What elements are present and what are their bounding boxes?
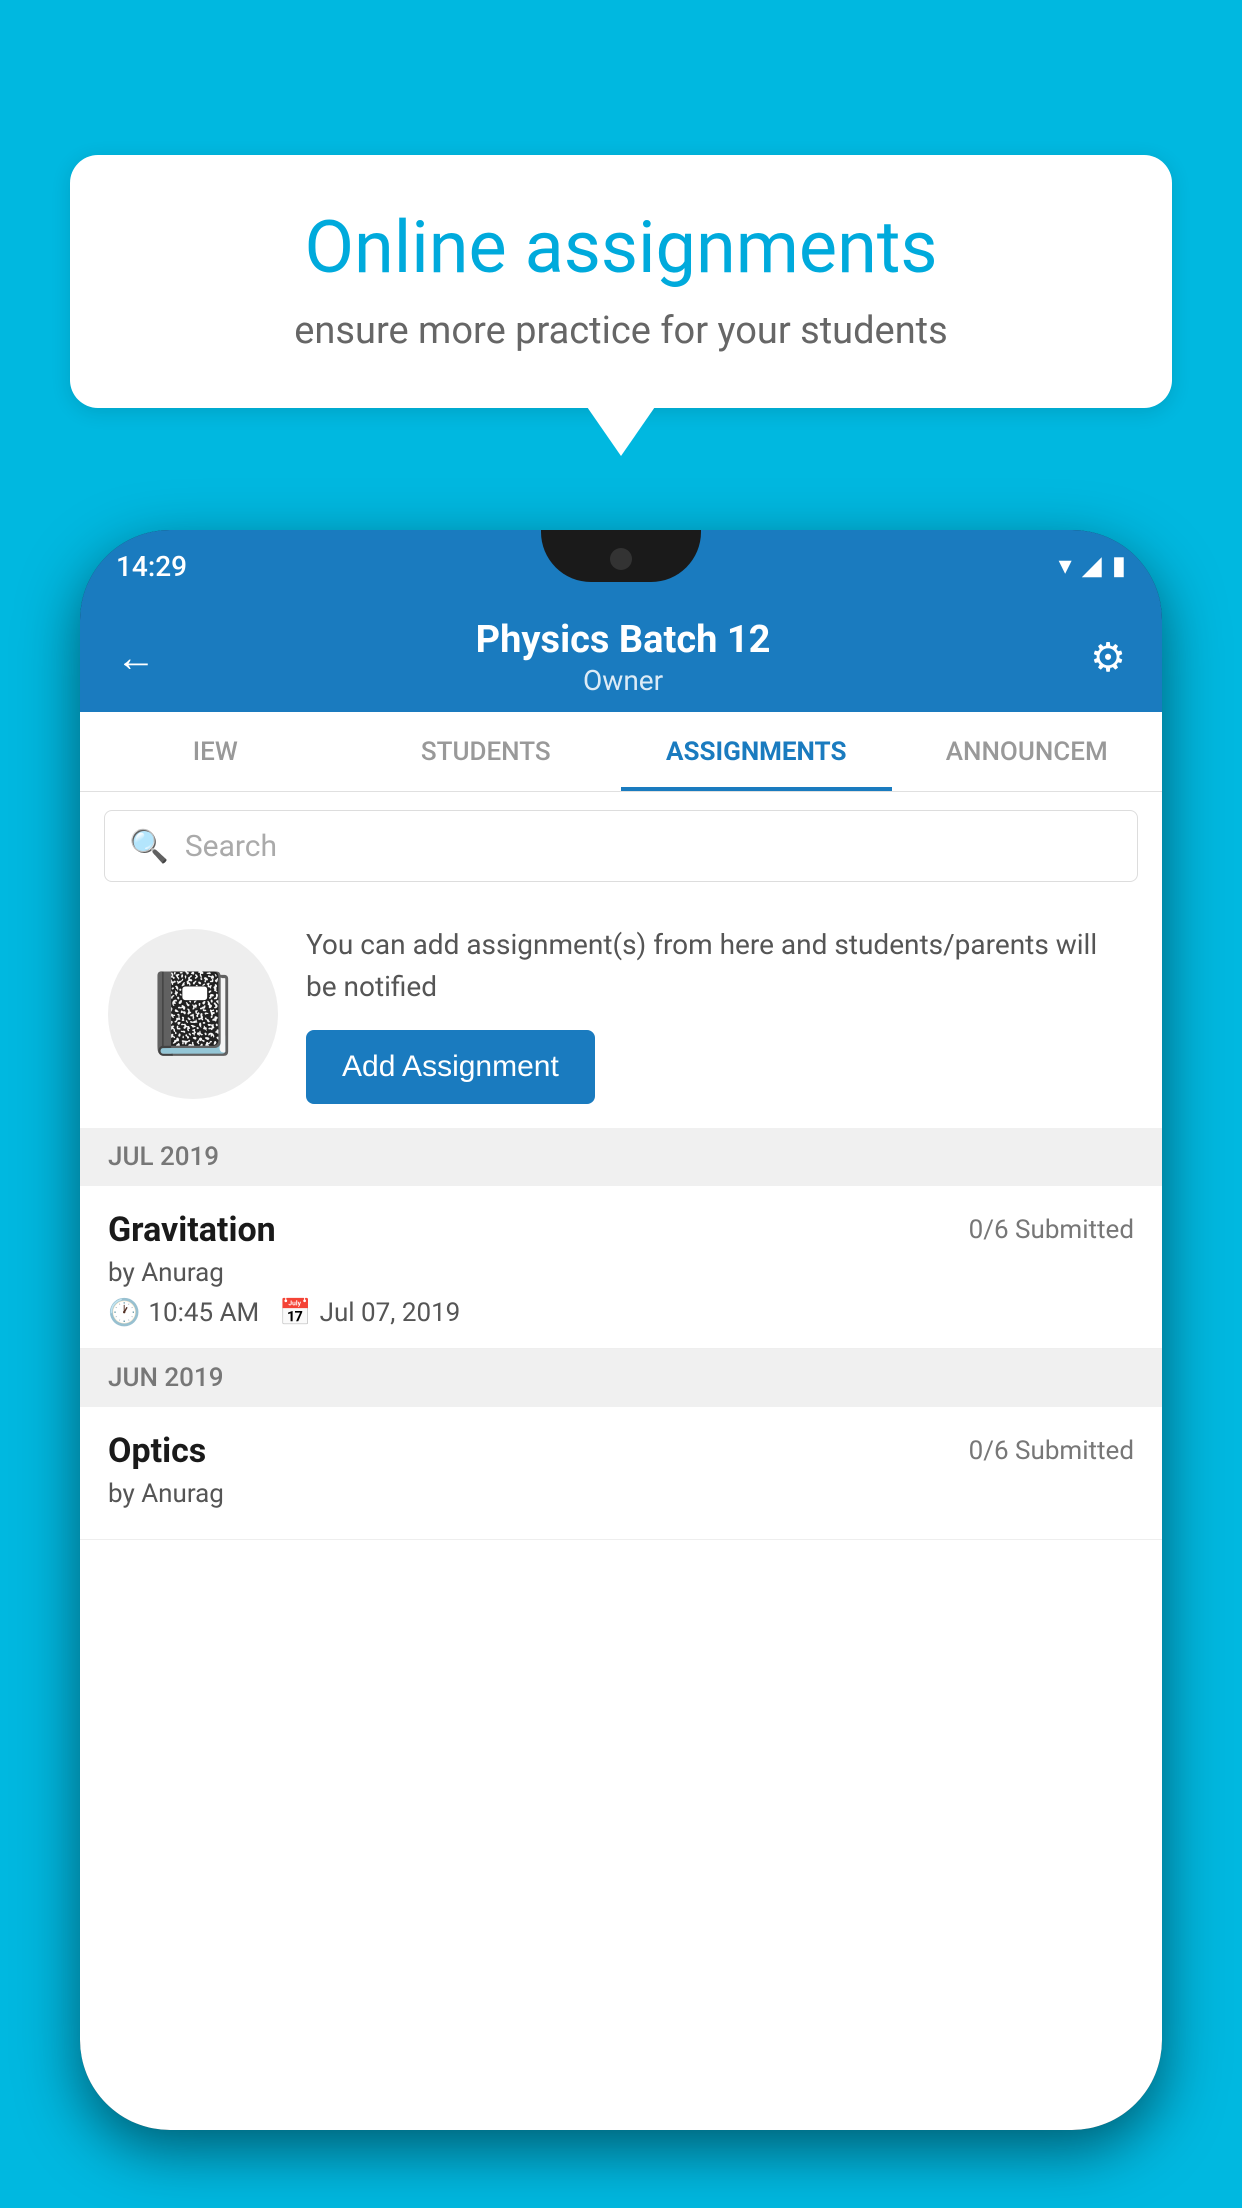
phone-screen: 🔍 Search 📓 You can add assignment(s) fro… [80, 792, 1162, 2130]
tab-announcements[interactable]: ANNOUNCEM [892, 712, 1163, 791]
assignment-by-optics: by Anurag [108, 1479, 1134, 1509]
info-text-group: You can add assignment(s) from here and … [306, 924, 1134, 1104]
signal-icon: ◢ [1082, 551, 1102, 581]
time-meta: 🕐 10:45 AM [108, 1298, 259, 1328]
clock-icon: 🕐 [108, 1298, 140, 1328]
speech-bubble: Online assignments ensure more practice … [70, 155, 1172, 408]
bubble-title: Online assignments [130, 205, 1112, 291]
assignment-name-optics: Optics [108, 1431, 206, 1471]
assignment-icon: 📓 [143, 967, 243, 1061]
bubble-subtitle: ensure more practice for your students [130, 309, 1112, 353]
phone-container: 14:29 ▾ ◢ ▮ ← Physics Batch 12 Owner ⚙ I… [80, 530, 1162, 2208]
assignment-row-top-optics: Optics 0/6 Submitted [108, 1431, 1134, 1471]
assignment-row-top: Gravitation 0/6 Submitted [108, 1210, 1134, 1250]
calendar-icon: 📅 [279, 1298, 311, 1328]
info-description: You can add assignment(s) from here and … [306, 924, 1134, 1008]
phone-notch [541, 530, 701, 582]
add-assignment-button[interactable]: Add Assignment [306, 1030, 595, 1104]
status-icons: ▾ ◢ ▮ [1059, 551, 1126, 581]
tab-bar: IEW STUDENTS ASSIGNMENTS ANNOUNCEM [80, 712, 1162, 792]
tab-assignments[interactable]: ASSIGNMENTS [621, 712, 892, 791]
tab-iew[interactable]: IEW [80, 712, 351, 791]
assignment-submitted-optics: 0/6 Submitted [969, 1436, 1134, 1466]
app-header: ← Physics Batch 12 Owner ⚙ [80, 602, 1162, 712]
assignment-time: 10:45 AM [148, 1298, 259, 1328]
camera-dot [610, 548, 632, 570]
section-jul-2019: JUL 2019 [80, 1128, 1162, 1186]
assignment-by-gravitation: by Anurag [108, 1258, 1134, 1288]
assignment-name-gravitation: Gravitation [108, 1210, 276, 1250]
assignment-icon-circle: 📓 [108, 929, 278, 1099]
assignment-gravitation[interactable]: Gravitation 0/6 Submitted by Anurag 🕐 10… [80, 1186, 1162, 1349]
header-title: Physics Batch 12 [476, 618, 771, 662]
assignment-date: Jul 07, 2019 [320, 1298, 461, 1328]
info-card: 📓 You can add assignment(s) from here an… [80, 900, 1162, 1128]
search-bar: 🔍 Search [80, 792, 1162, 900]
status-bar: 14:29 ▾ ◢ ▮ [80, 530, 1162, 602]
assignment-optics[interactable]: Optics 0/6 Submitted by Anurag [80, 1407, 1162, 1540]
header-subtitle: Owner [476, 664, 771, 697]
phone-frame: 14:29 ▾ ◢ ▮ ← Physics Batch 12 Owner ⚙ I… [80, 530, 1162, 2130]
date-meta: 📅 Jul 07, 2019 [279, 1298, 460, 1328]
back-button[interactable]: ← [116, 634, 156, 681]
status-time: 14:29 [116, 550, 187, 583]
search-placeholder: Search [185, 829, 277, 864]
battery-icon: ▮ [1112, 551, 1126, 581]
section-jun-2019: JUN 2019 [80, 1349, 1162, 1407]
settings-icon[interactable]: ⚙ [1090, 634, 1126, 681]
search-input-wrap[interactable]: 🔍 Search [104, 810, 1138, 882]
wifi-icon: ▾ [1059, 551, 1072, 581]
assignment-submitted-gravitation: 0/6 Submitted [969, 1215, 1134, 1245]
header-title-group: Physics Batch 12 Owner [476, 618, 771, 697]
assignment-meta-gravitation: 🕐 10:45 AM 📅 Jul 07, 2019 [108, 1298, 1134, 1328]
search-icon: 🔍 [129, 827, 169, 865]
tab-students[interactable]: STUDENTS [351, 712, 622, 791]
